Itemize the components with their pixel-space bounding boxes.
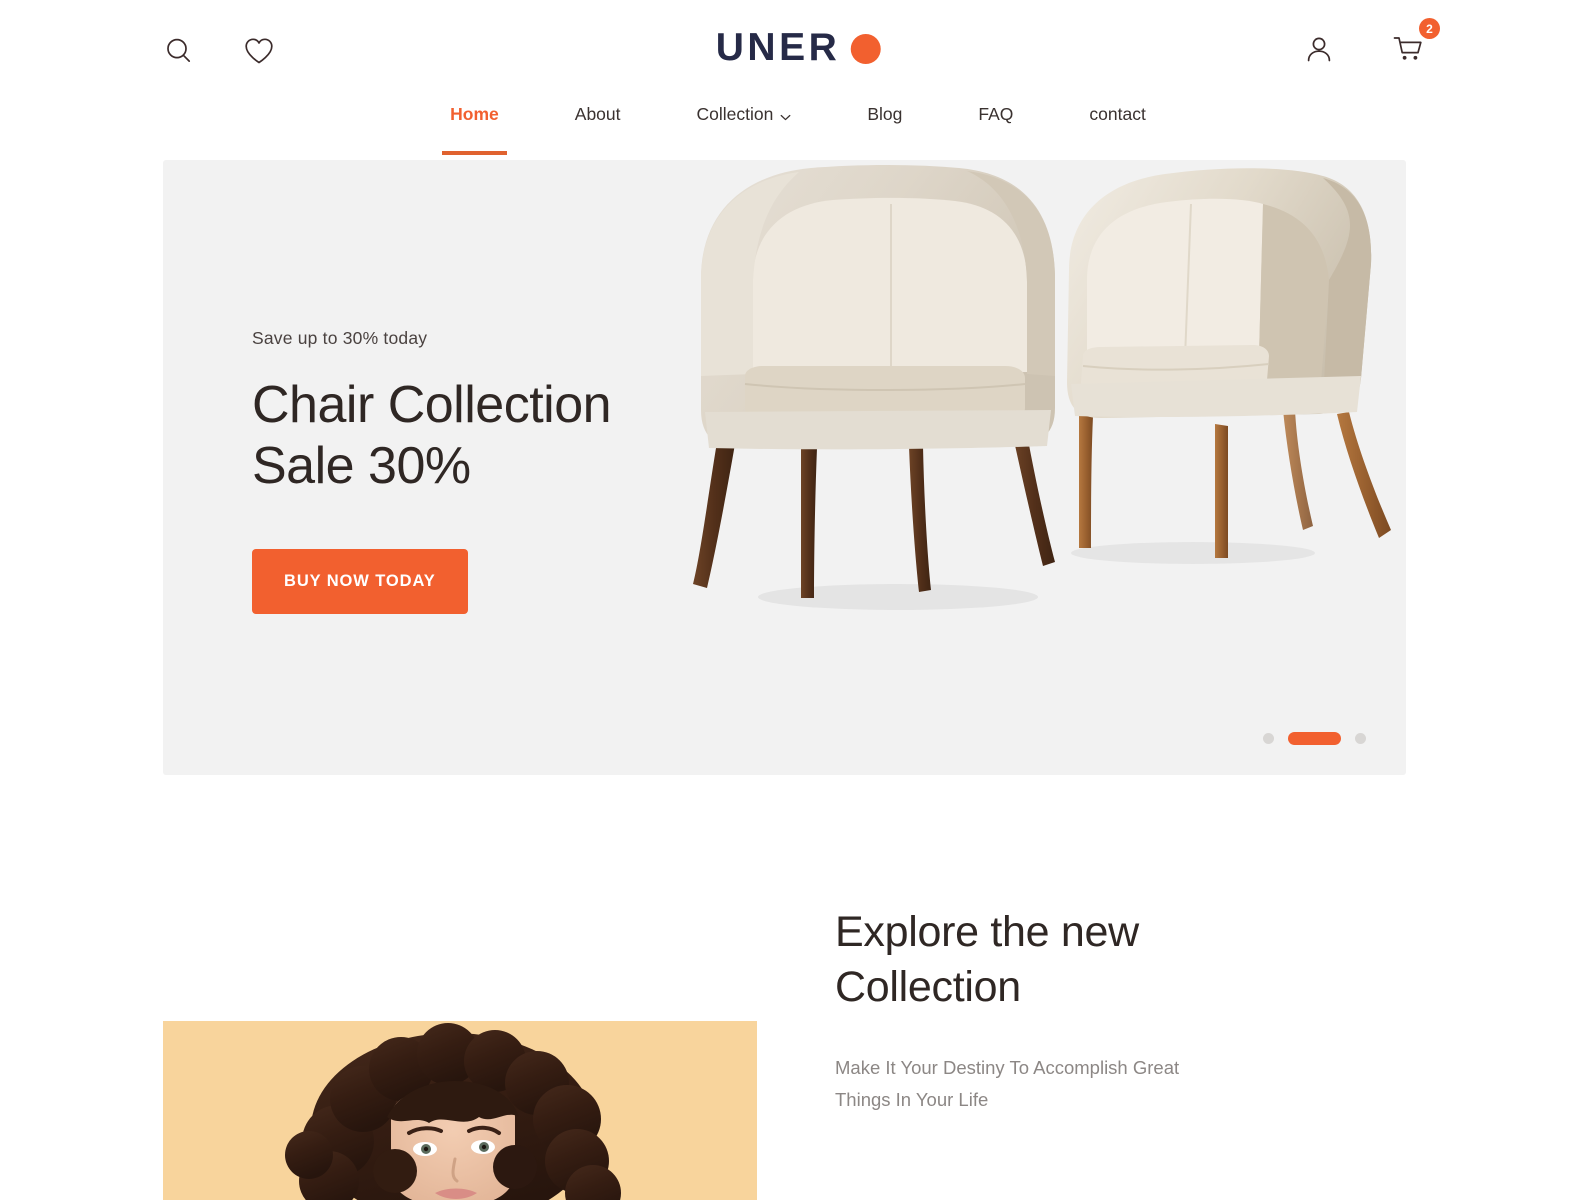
nav-item-label: Home bbox=[450, 104, 499, 124]
explore-subtitle: Make It Your Destiny To Accomplish Great… bbox=[835, 1052, 1265, 1115]
nav-item-contact[interactable]: contact bbox=[1051, 96, 1183, 155]
explore-title-line-2: Collection bbox=[835, 962, 1021, 1011]
nav-item-label: FAQ bbox=[978, 104, 1014, 124]
nav-list: Home About Collection Blog FAQ contact bbox=[412, 96, 1184, 155]
heart-icon[interactable] bbox=[240, 32, 278, 70]
nav-item-home[interactable]: Home bbox=[412, 96, 537, 155]
main-navigation: Home About Collection Blog FAQ contact bbox=[0, 96, 1596, 160]
nav-item-about[interactable]: About bbox=[537, 96, 659, 155]
logo-wordmark: UNER bbox=[715, 26, 841, 69]
top-bar-right-actions: 2 bbox=[1300, 18, 1440, 68]
hero-copy: Save up to 30% today Chair Collection Sa… bbox=[252, 328, 732, 614]
nav-item-label: Collection bbox=[696, 104, 774, 124]
explore-subtitle-line-1: Make It Your Destiny To Accomplish Great bbox=[835, 1057, 1180, 1079]
nav-item-blog[interactable]: Blog bbox=[829, 96, 940, 155]
carousel-dot-3[interactable] bbox=[1355, 733, 1366, 744]
search-icon[interactable] bbox=[160, 32, 198, 70]
nav-item-label: contact bbox=[1089, 104, 1146, 124]
explore-portrait-image bbox=[163, 1021, 757, 1200]
logo-dot-icon bbox=[850, 33, 881, 64]
explore-section-text: Explore the new Collection Make It Your … bbox=[835, 905, 1265, 1115]
top-bar: UNER 2 bbox=[0, 0, 1596, 100]
cart-icon[interactable]: 2 bbox=[1390, 18, 1440, 68]
top-bar-left-actions bbox=[160, 32, 278, 70]
nav-item-label: About bbox=[574, 104, 621, 124]
cart-count-badge: 2 bbox=[1419, 18, 1440, 39]
hero-title-line-2: Sale 30% bbox=[252, 436, 471, 495]
site-logo[interactable]: UNER bbox=[716, 28, 881, 67]
hero-title-line-1: Chair Collection bbox=[252, 376, 612, 434]
nav-item-label: Blog bbox=[867, 104, 903, 124]
carousel-dot-2-active[interactable] bbox=[1288, 732, 1341, 745]
explore-title: Explore the new Collection bbox=[835, 905, 1265, 1014]
explore-subtitle-line-2: Things In Your Life bbox=[835, 1088, 989, 1110]
explore-title-line-1: Explore the new bbox=[835, 908, 1139, 956]
hero-title: Chair Collection Sale 30% bbox=[252, 375, 732, 497]
user-icon[interactable] bbox=[1300, 30, 1338, 68]
hero-chairs-image bbox=[683, 160, 1406, 775]
buy-now-button[interactable]: BUY NOW TODAY bbox=[252, 548, 468, 614]
page-root: UNER 2 Home About Collection Blog FAQ co… bbox=[0, 0, 1596, 1200]
chevron-down-icon bbox=[780, 107, 791, 121]
nav-item-collection[interactable]: Collection bbox=[659, 96, 830, 155]
hero-banner: Save up to 30% today Chair Collection Sa… bbox=[163, 160, 1406, 775]
nav-item-faq[interactable]: FAQ bbox=[940, 96, 1051, 155]
carousel-dot-1[interactable] bbox=[1263, 733, 1274, 744]
hero-eyebrow: Save up to 30% today bbox=[252, 328, 428, 348]
carousel-indicators bbox=[1263, 732, 1366, 745]
